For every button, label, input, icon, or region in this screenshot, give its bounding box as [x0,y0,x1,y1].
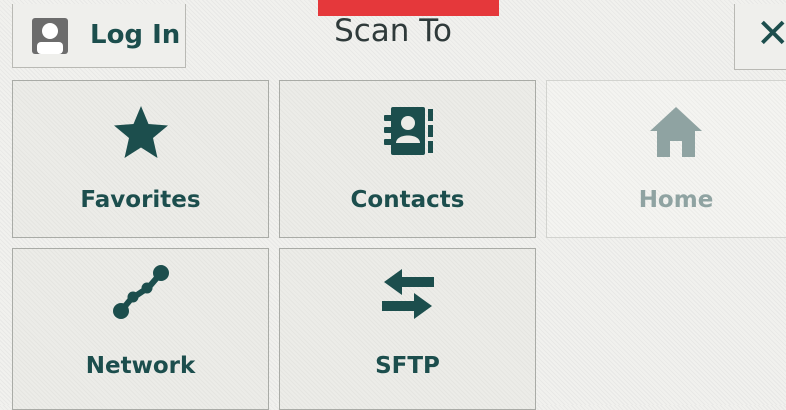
tile-sftp[interactable]: SFTP [279,248,536,410]
close-icon: ✕ [756,11,786,57]
tile-home[interactable]: Home [546,80,786,238]
user-avatar-icon [32,18,68,54]
tile-label: Contacts [350,187,465,213]
star-icon [113,106,168,158]
page-title: Scan To [334,13,452,49]
network-icon [112,265,169,319]
login-button[interactable]: Log In [12,4,186,68]
tile-label: Network [85,353,196,379]
tile-network[interactable]: Network [12,248,269,410]
login-label: Log In [90,20,181,50]
tile-label: SFTP [375,353,440,379]
address-book-icon [383,107,433,155]
home-icon [650,107,702,157]
tile-label: Favorites [80,187,201,213]
transfer-arrows-icon [381,269,434,319]
tile-favorites[interactable]: Favorites [12,80,269,238]
close-button[interactable]: ✕ [734,4,786,70]
tile-contacts[interactable]: Contacts [279,80,536,238]
header-bar: Log In Scan To ✕ [0,0,786,72]
tile-label: Home [638,187,714,213]
